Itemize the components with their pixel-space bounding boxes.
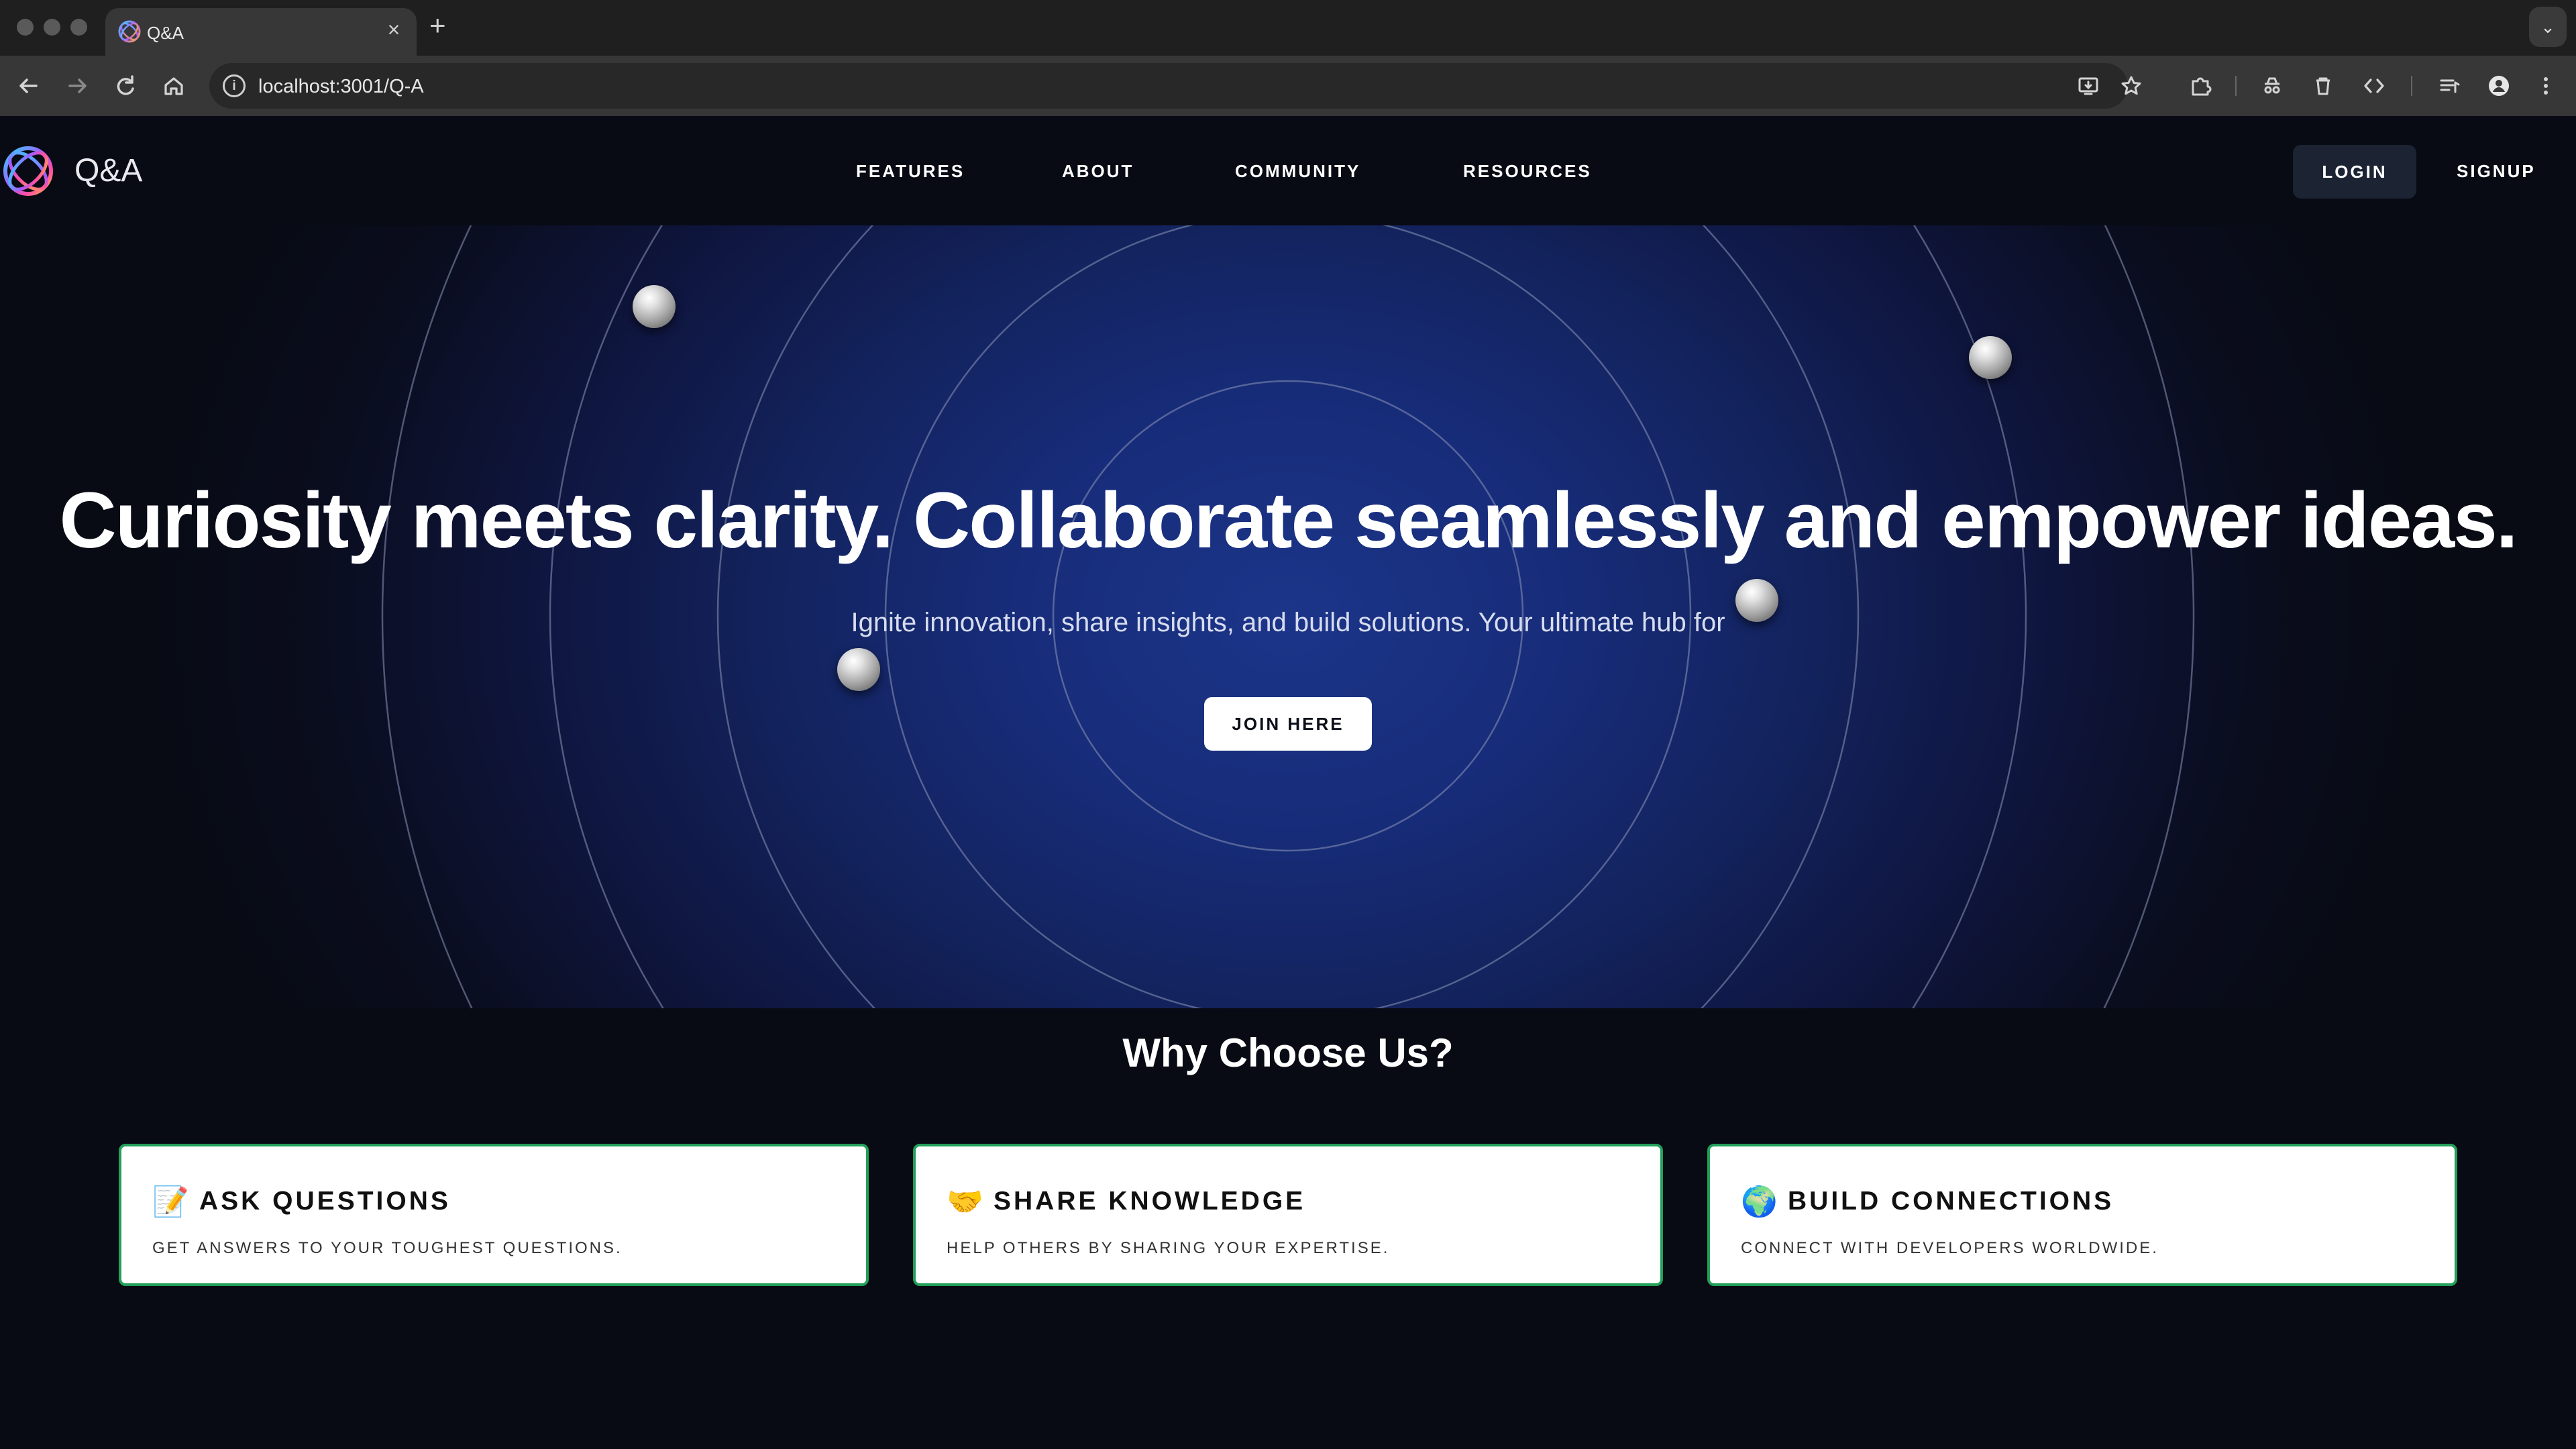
profile-avatar-icon[interactable] xyxy=(2482,69,2516,103)
signup-link[interactable]: SIGNUP xyxy=(2457,161,2536,182)
hero-section: Curiosity meets clarity. Collaborate sea… xyxy=(0,225,2576,1008)
feature-card-build-connections[interactable]: 🌍 BUILD CONNECTIONS CONNECT WITH DEVELOP… xyxy=(1707,1144,2457,1286)
qa-logo-icon[interactable] xyxy=(0,143,56,199)
browser-tab-strip: Q&A × + ⌄ xyxy=(0,0,2576,56)
site-logo-text[interactable]: Q&A xyxy=(74,152,142,189)
orbit-sphere xyxy=(633,285,676,328)
feature-card-ask-questions[interactable]: 📝 ASK QUESTIONS GET ANSWERS TO YOUR TOUG… xyxy=(119,1144,869,1286)
feature-card-description: GET ANSWERS TO YOUR TOUGHEST QUESTIONS. xyxy=(152,1239,623,1257)
hero-subtitle: Ignite innovation, share insights, and b… xyxy=(851,608,1725,637)
feature-card-title: ASK QUESTIONS xyxy=(199,1187,451,1216)
back-arrow-icon[interactable] xyxy=(12,69,46,103)
extensions-puzzle-icon[interactable] xyxy=(2184,69,2217,103)
code-brackets-icon[interactable] xyxy=(2357,69,2391,103)
new-tab-icon[interactable]: + xyxy=(429,9,446,42)
tab-title: Q&A xyxy=(147,23,184,43)
reading-list-icon[interactable] xyxy=(2432,69,2466,103)
feature-card-description: HELP OTHERS BY SHARING YOUR EXPERTISE. xyxy=(947,1239,1390,1257)
site-navbar: Q&A FEATURES ABOUT COMMUNITY RESOURCES L… xyxy=(0,116,2576,225)
kebab-menu-icon[interactable] xyxy=(2529,69,2563,103)
browser-tab-active[interactable]: Q&A × xyxy=(105,8,417,56)
window-zoom-control[interactable] xyxy=(70,19,87,36)
browser-toolbar: i localhost:3001/Q-A xyxy=(0,56,2576,116)
address-url[interactable]: localhost:3001/Q-A xyxy=(258,76,424,98)
feature-card-title: BUILD CONNECTIONS xyxy=(1788,1187,2114,1216)
address-bar[interactable]: i localhost:3001/Q-A xyxy=(209,63,2141,109)
nav-link-features[interactable]: FEATURES xyxy=(856,161,965,182)
nav-link-community[interactable]: COMMUNITY xyxy=(1235,161,1360,182)
home-icon[interactable] xyxy=(157,69,191,103)
forward-arrow-icon[interactable] xyxy=(60,69,94,103)
orbit-sphere xyxy=(1969,336,2012,379)
nav-link-resources[interactable]: RESOURCES xyxy=(1463,161,1592,182)
tab-search-chevron-icon[interactable]: ⌄ xyxy=(2529,7,2567,47)
page-viewport: Q&A FEATURES ABOUT COMMUNITY RESOURCES L… xyxy=(0,116,2576,1449)
toolbar-divider xyxy=(2411,76,2412,96)
handshake-icon: 🤝 xyxy=(947,1185,983,1218)
memo-icon: 📝 xyxy=(152,1185,189,1218)
window-minimize-control[interactable] xyxy=(44,19,60,36)
bookmark-star-icon[interactable] xyxy=(2114,69,2148,103)
feature-card-share-knowledge[interactable]: 🤝 SHARE KNOWLEDGE HELP OTHERS BY SHARING… xyxy=(913,1144,1663,1286)
qa-logo-favicon-icon xyxy=(118,20,141,43)
why-choose-us-heading: Why Choose Us? xyxy=(1122,1030,1454,1075)
login-button[interactable]: LOGIN xyxy=(2293,145,2416,199)
window-close-control[interactable] xyxy=(17,19,34,36)
join-here-button[interactable]: JOIN HERE xyxy=(1204,697,1372,751)
orbit-sphere xyxy=(837,648,880,691)
feature-card-title: SHARE KNOWLEDGE xyxy=(994,1187,1306,1216)
toolbar-divider xyxy=(2235,76,2237,96)
nav-link-about[interactable]: ABOUT xyxy=(1062,161,1134,182)
globe-icon: 🌍 xyxy=(1741,1185,1778,1218)
reload-icon[interactable] xyxy=(109,69,142,103)
feature-card-description: CONNECT WITH DEVELOPERS WORLDWIDE. xyxy=(1741,1239,2159,1257)
tab-close-icon[interactable]: × xyxy=(380,17,407,42)
trash-icon[interactable] xyxy=(2306,69,2340,103)
install-app-icon[interactable] xyxy=(2072,69,2105,103)
hero-title: Curiosity meets clarity. Collaborate sea… xyxy=(59,476,2518,565)
incognito-spy-icon[interactable] xyxy=(2255,69,2289,103)
site-info-icon[interactable]: i xyxy=(223,74,246,97)
